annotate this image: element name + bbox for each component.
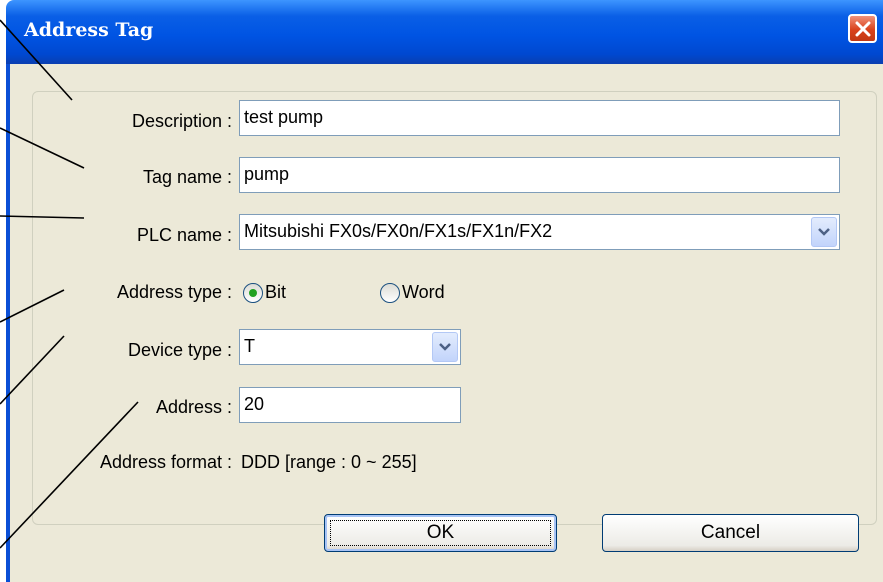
cancel-label: Cancel [700,522,761,543]
radio-bit[interactable] [243,283,263,303]
address-format-label: Address format : [99,452,232,472]
device-type-value: T [244,336,255,356]
title-bar[interactable]: Address Tag [6,0,883,64]
description-field[interactable]: test pump [239,100,840,136]
radio-bit-label[interactable]: Bit [265,282,286,303]
dialog-body: Description : test pump Tag name : pump … [10,64,883,582]
device-type-dropdown-button[interactable] [432,332,458,362]
tag-name-field[interactable]: pump [239,157,840,193]
address-type-label: Address type : [116,282,232,302]
close-icon [855,21,871,37]
address-label: Address : [155,397,232,417]
radio-word[interactable] [380,283,400,303]
close-button[interactable] [848,14,877,43]
focus-rectangle [330,520,551,546]
cancel-button[interactable]: Cancel [602,514,859,552]
plc-name-label: PLC name : [136,225,232,245]
radio-word-label[interactable]: Word [402,282,445,303]
device-type-label: Device type : [127,340,232,360]
address-tag-dialog: Address Tag Description : test pump Tag … [0,0,883,582]
dialog-title: Address Tag [24,19,154,41]
tag-name-value: pump [244,164,290,184]
chevron-down-icon [818,228,830,236]
radio-selected-dot [249,289,257,297]
chevron-down-icon [439,343,451,351]
plc-name-select[interactable]: Mitsubishi FX0s/FX0n/FX1s/FX1n/FX2 [239,214,840,250]
address-value: 20 [244,394,265,414]
tag-name-label: Tag name : [142,167,232,187]
plc-name-dropdown-button[interactable] [811,217,837,247]
address-field[interactable]: 20 [239,387,461,423]
description-value: test pump [244,107,324,127]
description-label: Description : [131,111,232,131]
ok-button[interactable]: OK [324,514,557,552]
address-format-value: DDD [range : 0 ~ 255] [241,452,417,472]
device-type-select[interactable]: T [239,329,461,365]
plc-name-value: Mitsubishi FX0s/FX0n/FX1s/FX1n/FX2 [244,221,553,241]
